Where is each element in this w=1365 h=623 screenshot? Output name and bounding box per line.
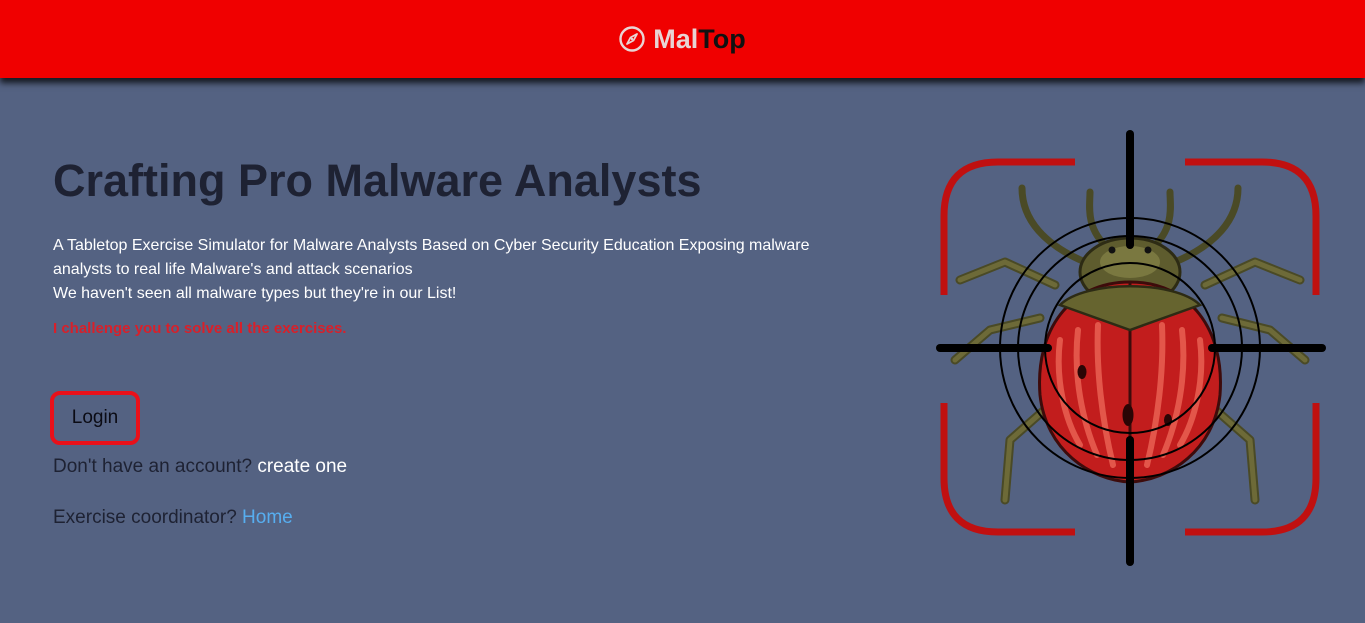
create-account-link[interactable]: create one <box>257 456 347 477</box>
challenge-text: I challenge you to solve all the exercis… <box>53 320 347 337</box>
coordinator-prompt: Exercise coordinator? Home <box>53 507 293 529</box>
hero-description: A Tabletop Exercise Simulator for Malwar… <box>53 234 813 306</box>
brand-name-part1: Mal <box>653 23 699 54</box>
description-line-2: We haven't seen all malware types but th… <box>53 285 457 302</box>
signup-prompt-text: Don't have an account? <box>53 456 253 477</box>
signup-prompt: Don't have an account? create one <box>53 456 347 478</box>
coordinator-prompt-text: Exercise coordinator? <box>53 507 237 528</box>
hero-section: Crafting Pro Malware Analysts A Tabletop… <box>53 150 813 337</box>
description-line-1: A Tabletop Exercise Simulator for Malwar… <box>53 237 810 278</box>
home-link[interactable]: Home <box>242 507 293 528</box>
login-button[interactable]: Login <box>50 391 140 445</box>
brand-name-part2: Top <box>698 23 746 54</box>
navbar: Mal Top <box>0 0 1365 78</box>
compass-icon <box>619 26 645 52</box>
page-title: Crafting Pro Malware Analysts <box>53 155 702 206</box>
bug-target-icon <box>936 130 1326 566</box>
brand-link[interactable]: Mal Top <box>619 24 746 55</box>
